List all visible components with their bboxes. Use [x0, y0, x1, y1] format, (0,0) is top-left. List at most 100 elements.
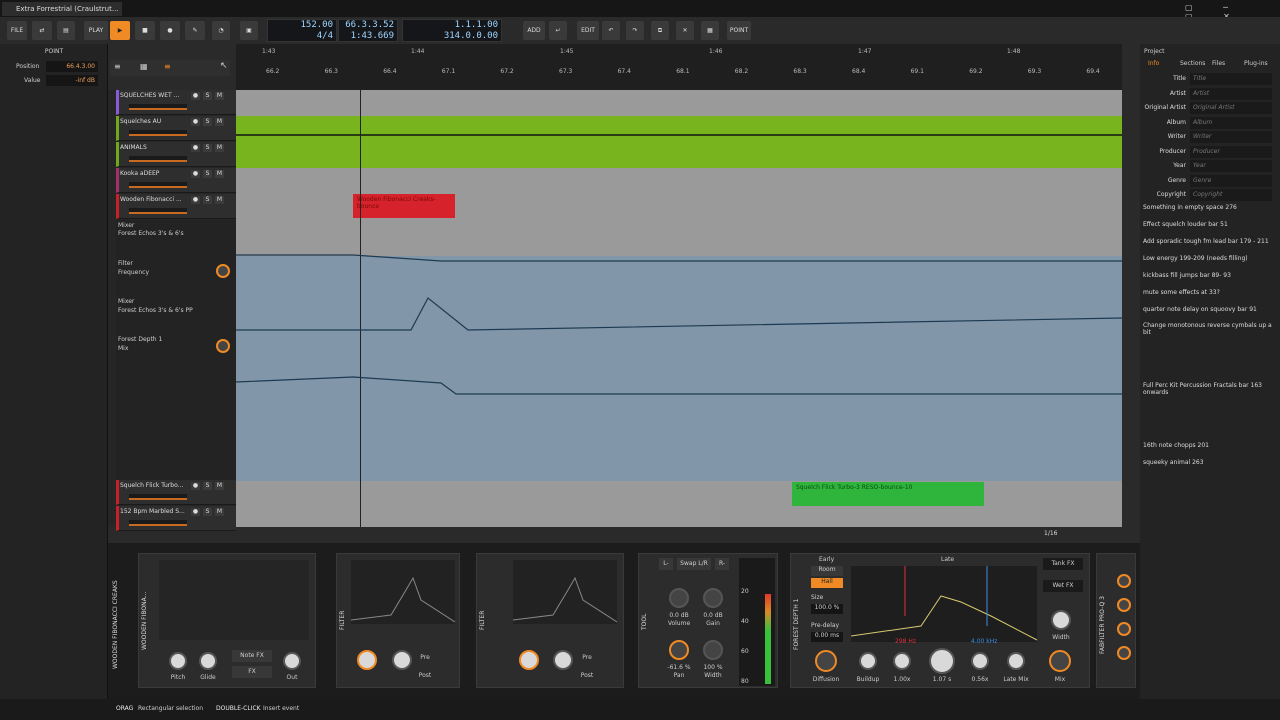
point-tool-button[interactable]: POINT [727, 21, 751, 40]
arm-button[interactable]: ● [191, 118, 200, 126]
position-field[interactable]: 66.4.3.00 [46, 61, 98, 72]
redo-icon[interactable]: ↷ [626, 21, 644, 40]
out-knob[interactable] [283, 652, 301, 670]
play-icon[interactable]: ▶ [110, 21, 130, 40]
file-menu-button[interactable]: FILE [7, 21, 27, 40]
save-icon[interactable]: ▤ [57, 21, 75, 40]
volume-slider[interactable] [129, 156, 187, 162]
add-button[interactable]: ADD [523, 21, 545, 40]
pad-grid[interactable] [159, 560, 309, 640]
note-line[interactable]: Add sporadic tough fm lead bar 179 - 211 [1143, 238, 1273, 245]
play-mode-button[interactable]: PLAY [84, 21, 108, 40]
volume-slider[interactable] [129, 130, 187, 136]
field-input[interactable]: Producer [1190, 145, 1272, 158]
reverb-mix-knob[interactable] [1049, 650, 1071, 672]
arm-button[interactable]: ● [191, 482, 200, 490]
pitch-knob[interactable] [169, 652, 187, 670]
mute-button[interactable]: M [215, 92, 224, 100]
solo-button[interactable]: S [203, 170, 212, 178]
volume-slider[interactable] [129, 182, 187, 188]
decay-knob[interactable] [929, 648, 955, 674]
note-fx-button[interactable]: Note FX [232, 650, 272, 662]
mute-button[interactable]: M [215, 508, 224, 516]
mute-button[interactable]: M [215, 482, 224, 490]
proq-knob-3[interactable] [1117, 622, 1131, 636]
filter-frequency-knob[interactable] [216, 264, 230, 278]
volume-slider[interactable] [129, 520, 187, 526]
mute-button[interactable]: M [215, 170, 224, 178]
solo-button[interactable]: S [203, 144, 212, 152]
arm-button[interactable]: ● [191, 92, 200, 100]
track-header[interactable]: Squelch Flick Turbo... ● S M [116, 480, 236, 505]
track-header[interactable]: ANIMALS ● S M [116, 142, 236, 167]
filter1-cutoff-knob[interactable] [357, 650, 377, 670]
record-icon[interactable]: ● [160, 21, 180, 40]
track-header[interactable]: 152 Bpm Marbled S... ● S M [116, 506, 236, 531]
pointer-icon[interactable]: ↖ [220, 61, 228, 71]
undo-icon[interactable]: ↶ [602, 21, 620, 40]
arm-button[interactable]: ● [191, 508, 200, 516]
delete-icon[interactable]: ✕ [676, 21, 694, 40]
wet-fx-button[interactable]: Wet FX [1043, 580, 1083, 592]
field-input[interactable]: Original Artist [1190, 102, 1272, 114]
predelay-field[interactable]: 0.00 ms [811, 632, 843, 642]
position-display[interactable]: 66.3.3.52 1:43.669 [338, 19, 398, 42]
field-input[interactable]: Album [1190, 116, 1272, 129]
arm-button[interactable]: ● [191, 144, 200, 152]
glide-knob[interactable] [199, 652, 217, 670]
zoom-level[interactable]: 1/16 [1044, 530, 1057, 537]
stop-icon[interactable]: ■ [135, 21, 155, 40]
project-tab[interactable]: Plug-ins [1244, 60, 1268, 67]
loop-display[interactable]: 1.1.1.00 314.0.0.00 [402, 19, 502, 42]
note-line[interactable]: Full Perc Kit Percussion Fractals bar 16… [1143, 382, 1273, 396]
note-line[interactable]: Change monotonous reverse cymbals up a b… [1143, 322, 1273, 336]
field-input[interactable]: Artist [1190, 87, 1272, 100]
tempo-display[interactable]: 152.00 4/4 [267, 19, 337, 42]
automation-curves[interactable] [236, 90, 1122, 527]
field-input[interactable]: Title [1190, 73, 1272, 85]
arrow-icon[interactable]: ↵ [549, 21, 567, 40]
track-header[interactable]: Wooden Fibonacci ... ● S M [116, 194, 236, 219]
track-header[interactable]: Squelches AU ● S M [116, 116, 236, 141]
note-line[interactable]: 16th note chopps 201 [1143, 442, 1273, 449]
list-icon[interactable]: ≡ [114, 62, 121, 71]
mute-button[interactable]: M [215, 196, 224, 204]
copy-icon[interactable]: ⧉ [651, 21, 669, 40]
note-line[interactable]: mute some effects at 33? [1143, 289, 1273, 296]
field-input[interactable]: Copyright [1190, 189, 1272, 201]
diffusion-knob[interactable] [815, 650, 837, 672]
note-line[interactable]: Effect squelch louder bar 51 [1143, 221, 1273, 228]
proq-knob-2[interactable] [1117, 598, 1131, 612]
swap-lr-button[interactable]: Swap L/R [677, 558, 711, 570]
pan-knob[interactable] [669, 640, 689, 660]
filter2-res-knob[interactable] [553, 650, 573, 670]
width-knob[interactable] [703, 640, 723, 660]
filter2-cutoff-knob[interactable] [519, 650, 539, 670]
volume-slider[interactable] [129, 494, 187, 500]
grid-icon[interactable]: ▦ [140, 62, 148, 71]
solo-button[interactable]: S [203, 196, 212, 204]
reverb-width-knob[interactable] [1051, 610, 1071, 630]
track-header[interactable]: SQUELCHES WET ... ● S M [116, 90, 236, 115]
volume-knob[interactable] [669, 588, 689, 608]
arrangement-lanes[interactable]: Wooden Fibonacci Creaks-bounce Squelch F… [236, 90, 1122, 537]
solo-button[interactable]: S [203, 508, 212, 516]
track-header[interactable]: Kooka aDEEP ● S M [116, 168, 236, 193]
project-tab[interactable]: Files [1212, 60, 1225, 67]
project-tab[interactable]: Sections [1180, 60, 1205, 67]
proq-knob-4[interactable] [1117, 646, 1131, 660]
solo-button[interactable]: S [203, 482, 212, 490]
metronome-icon[interactable]: ◔ [212, 21, 230, 40]
filter2-graph[interactable] [512, 560, 618, 624]
timeline-ruler[interactable]: 1:43 1:44 1:45 1:46 1:47 1:48 66.2 66.3 66.4 67.… [236, 44, 1122, 90]
groove-icon[interactable]: ▣ [240, 21, 258, 40]
room-button[interactable]: Room [811, 566, 843, 576]
note-line[interactable]: squeeky animal 263 [1143, 459, 1273, 466]
edit-button[interactable]: EDIT [577, 21, 599, 40]
mute-button[interactable]: M [215, 118, 224, 126]
left-button[interactable]: L- [659, 558, 673, 570]
filter1-graph[interactable] [350, 560, 456, 624]
mute-button[interactable]: M [215, 144, 224, 152]
buildup-knob[interactable] [859, 652, 877, 670]
project-tab[interactable]: Info [1148, 60, 1159, 67]
